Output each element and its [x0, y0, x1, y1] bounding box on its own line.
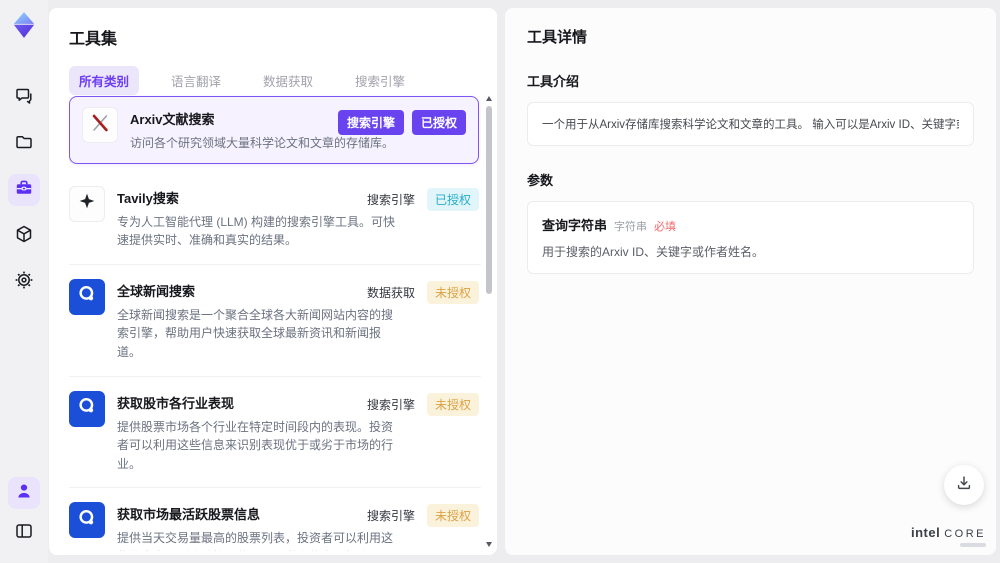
sidebar-item-tools[interactable]	[8, 174, 40, 206]
tool-status-badge: 已授权	[411, 110, 466, 135]
sidebar	[0, 0, 48, 563]
category-tab[interactable]: 数据获取	[253, 66, 323, 95]
scroll-down-arrow[interactable]	[486, 542, 492, 547]
category-tab[interactable]: 搜索引擎	[345, 66, 415, 95]
tool-category-tag: 搜索引擎	[366, 509, 415, 524]
download-button[interactable]	[944, 465, 984, 505]
tool-category-tag: 搜索引擎	[366, 397, 415, 412]
category-tabs: 所有类别 语言翻译 数据获取 搜索引擎	[69, 66, 477, 95]
tool-status-badge: 已授权	[426, 187, 479, 211]
tool-list: Arxiv文献搜索 访问各个研究领域大量科学论文和文章的存储库。 搜索引擎 已授…	[69, 94, 481, 551]
category-tab[interactable]: 所有类别	[69, 66, 140, 95]
tool-list-item[interactable]: 获取市场最活跃股票信息 提供当天交易量最高的股票列表，投资者可以利用这些信息来识…	[69, 488, 481, 551]
brand-sub-mark	[960, 543, 986, 547]
user-icon	[14, 481, 34, 506]
arxiv-logo-icon	[89, 112, 111, 139]
tool-list-item[interactable]: Tavily搜索 专为人工智能代理 (LLM) 构建的搜索引擎工具。可快速提供实…	[69, 172, 481, 265]
tool-category-tag: 搜索引擎	[366, 192, 415, 207]
app-logo-icon	[9, 10, 39, 40]
param-required-badge: 必填	[654, 221, 677, 233]
param-box: 查询字符串 字符串 必填 用于搜索的Arxiv ID、关键字或作者姓名。	[527, 201, 974, 274]
param-desc: 用于搜索的Arxiv ID、关键字或作者姓名。	[542, 245, 765, 259]
brand-intel-text: intel	[910, 525, 941, 540]
list-scrollbar	[484, 96, 494, 547]
detail-title: 工具详情	[527, 29, 588, 46]
tool-list-item[interactable]: 获取股市各行业表现 提供股票市场各个行业在特定时间段内的表现。投资者可以利用这些…	[69, 377, 481, 489]
brand-core-text: CORE	[944, 528, 986, 540]
tavily-sparkle-icon	[78, 192, 96, 215]
tool-list-item[interactable]: Arxiv文献搜索 访问各个研究领域大量科学论文和文章的存储库。 搜索引擎 已授…	[69, 96, 479, 164]
sidebar-item-account[interactable]	[8, 477, 40, 509]
news-search-logo-icon	[76, 395, 98, 422]
sidebar-item-collapse[interactable]	[8, 517, 40, 549]
tool-status-badge: 未授权	[426, 280, 479, 304]
sidebar-item-settings[interactable]	[8, 266, 40, 298]
tool-detail-panel: 工具详情 工具介绍 一个用于从Arxiv存储库搜索科学论文和文章的工具。 输入可…	[505, 8, 996, 555]
page-title: 工具集	[69, 31, 118, 48]
settings-gear-icon	[14, 270, 34, 295]
category-tab[interactable]: 语言翻译	[161, 66, 231, 95]
app-window: 工具集 所有类别 语言翻译 数据获取 搜索引擎 Arxiv文献搜索 访问各个研究领域大…	[0, 0, 1000, 563]
intel-core-logo: intel CORE	[911, 525, 986, 547]
sidebar-item-chat[interactable]	[8, 82, 40, 114]
tool-desc: 访问各个研究领域大量科学论文和文章的存储库。	[130, 136, 395, 150]
cube-icon	[14, 224, 34, 249]
param-type: 字符串	[614, 221, 648, 233]
sidebar-item-files[interactable]	[8, 128, 40, 160]
toolbox-icon	[14, 178, 34, 203]
tool-status-badge: 未授权	[426, 504, 479, 528]
intro-box: 一个用于从Arxiv存储库搜索科学论文和文章的工具。 输入可以是Arxiv ID…	[527, 102, 974, 146]
tool-list-item[interactable]: 全球新闻搜索 全球新闻搜索是一个聚合全球各大新闻网站内容的搜索引擎，帮助用户快速…	[69, 265, 481, 377]
scrollbar-thumb[interactable]	[486, 106, 492, 294]
tool-status-badge: 未授权	[426, 392, 479, 416]
sidebar-item-packages[interactable]	[8, 220, 40, 252]
intro-text: 一个用于从Arxiv存储库搜索科学论文和文章的工具。 输入可以是Arxiv ID…	[542, 119, 959, 131]
tool-collection-panel: 工具集 所有类别 语言翻译 数据获取 搜索引擎 Arxiv文献搜索 访问各个研究领域大…	[49, 8, 497, 555]
scroll-up-arrow[interactable]	[486, 96, 492, 101]
tool-category-tag: 数据获取	[366, 285, 415, 300]
param-name: 查询字符串	[542, 218, 608, 233]
tool-desc: 专为人工智能代理 (LLM) 构建的搜索引擎工具。可快速提供实时、准确和真实的结…	[117, 214, 396, 248]
download-icon	[955, 474, 973, 497]
tool-desc: 提供股票市场各个行业在特定时间段内的表现。投资者可以利用这些信息来识别表现优于或…	[117, 419, 394, 471]
chat-icon	[14, 86, 34, 111]
tool-desc: 提供当天交易量最高的股票列表，投资者可以利用这些信息来识别流动性强的股票和潜在的…	[117, 531, 394, 551]
folder-icon	[14, 132, 34, 157]
tool-desc: 全球新闻搜索是一个聚合全球各大新闻网站内容的搜索引擎，帮助用户快速获取全球最新资…	[117, 307, 394, 359]
intro-heading: 工具介绍	[527, 74, 580, 89]
params-heading: 参数	[527, 173, 554, 188]
tool-category-tag: 搜索引擎	[337, 110, 404, 135]
news-search-logo-icon	[76, 507, 98, 534]
panel-toggle-icon	[14, 521, 34, 546]
news-search-logo-icon	[76, 283, 98, 310]
